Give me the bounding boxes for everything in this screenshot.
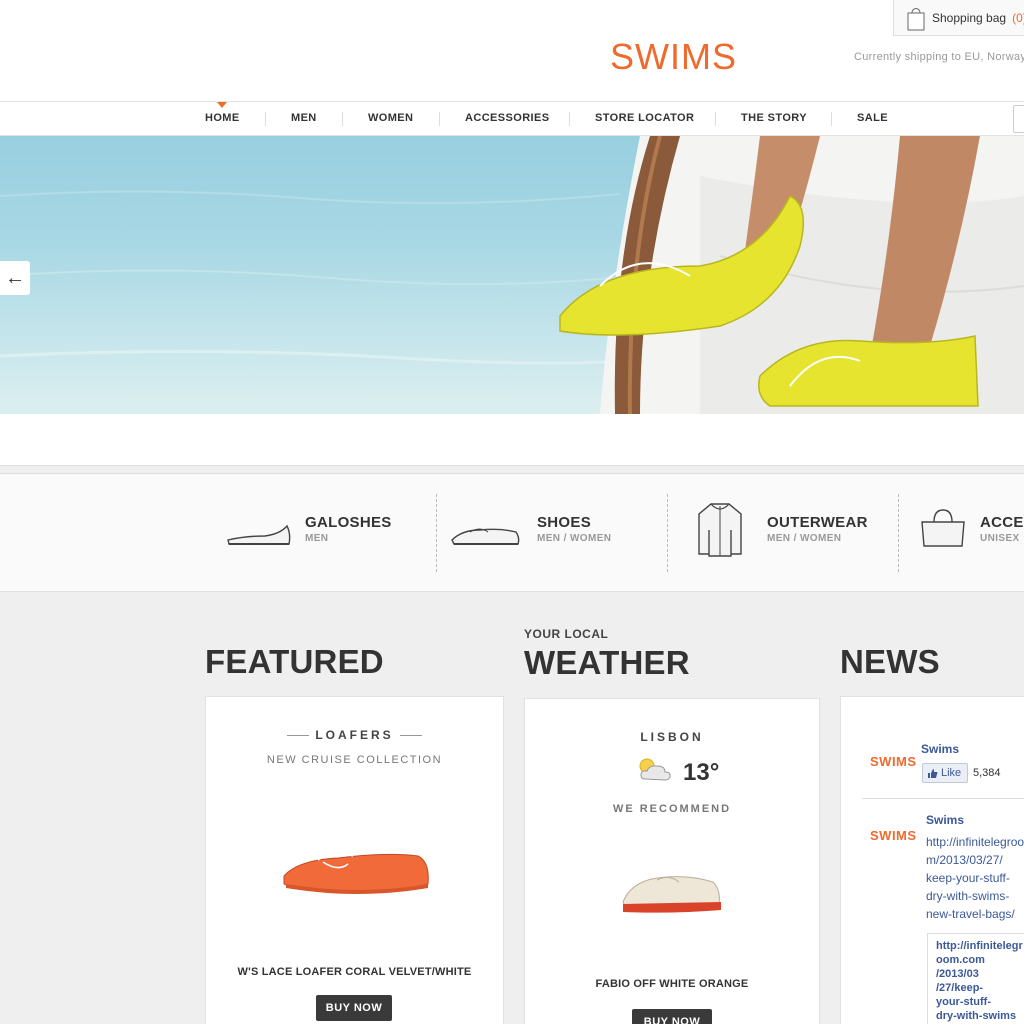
shipping-info[interactable]: Currently shipping to EU, Norway: [854, 51, 1024, 63]
search-input[interactable]: [1013, 105, 1024, 133]
nav-divider: [265, 112, 266, 126]
nav-women[interactable]: WOMEN: [368, 112, 413, 124]
category-divider: [436, 494, 437, 572]
weather-product-image[interactable]: [617, 864, 727, 924]
category-accessories[interactable]: ACCESSORIES UNISEX: [918, 494, 1024, 574]
galoshes-icon: [227, 524, 291, 545]
category-shoes[interactable]: SHOES MEN / WOMEN: [450, 494, 655, 574]
nav-divider: [342, 112, 343, 126]
fb-page-name[interactable]: Swims: [921, 742, 959, 756]
header: Shopping bag (0) SWIMS Currently shipping…: [0, 0, 1024, 101]
fb-like-count: 5,384: [973, 767, 1001, 779]
category-strip: GALOSHES MEN SHOES MEN / WOMEN OUTERWEAR…: [0, 473, 1024, 592]
nav-the-story[interactable]: THE STORY: [741, 112, 807, 124]
weather-buy-now-button[interactable]: BUY NOW: [632, 1009, 712, 1024]
category-title: SHOES: [537, 514, 592, 531]
hero-banner[interactable]: ←: [0, 136, 1024, 414]
category-outerwear[interactable]: OUTERWEAR MEN / WOMEN: [695, 494, 895, 574]
category-sub: MEN / WOMEN: [537, 533, 612, 544]
page: Shopping bag (0) SWIMS Currently shipping…: [0, 0, 1024, 1024]
shopping-bag-icon: [907, 7, 925, 30]
fb-divider: [862, 798, 1024, 799]
nav-divider: [439, 112, 440, 126]
fb-like-label: Like: [941, 767, 962, 779]
fb-preview-line: oom.com: [936, 954, 985, 966]
weather-title: WEATHER: [524, 644, 690, 681]
active-nav-indicator: [217, 102, 227, 108]
nav-sale[interactable]: SALE: [857, 112, 888, 124]
nav-divider: [569, 112, 570, 126]
fb-preview-line: /2013/03: [936, 968, 979, 980]
shopping-bag-label: Shopping bag: [932, 10, 1007, 25]
hero-prev-button[interactable]: ←: [0, 261, 30, 295]
bag-icon: [921, 509, 965, 547]
main-nav: HOME MEN WOMEN ACCESSORIES STORE LOCATOR…: [0, 101, 1024, 136]
hero-spacer: [0, 414, 1024, 466]
fb-post-link-line: new-travel-bags/: [926, 907, 1015, 921]
fb-post-logo[interactable]: SWIMS: [870, 828, 917, 843]
fb-like-button[interactable]: Like: [922, 763, 968, 783]
category-title: ACCESSORIES: [980, 514, 1024, 531]
weather-temp: 13°: [683, 759, 720, 786]
category-sub: UNISEX: [980, 533, 1020, 544]
fb-post-name[interactable]: Swims: [926, 813, 964, 827]
category-divider: [898, 494, 899, 572]
fb-page-logo[interactable]: SWIMS: [870, 754, 917, 769]
nav-divider: [715, 112, 716, 126]
shoes-icon: [451, 528, 520, 545]
category-title: GALOSHES: [305, 514, 392, 531]
featured-label: LOAFERS: [315, 728, 394, 742]
thumbs-up-icon: [928, 768, 938, 778]
weather-city: LISBON: [640, 730, 704, 744]
weather-kicker: YOUR LOCAL: [524, 627, 609, 641]
featured-label-row: LOAFERS: [206, 728, 503, 742]
decor-line: [287, 735, 310, 737]
nav-divider: [831, 112, 832, 126]
hero-image: [0, 136, 1024, 414]
logo[interactable]: SWIMS: [610, 36, 737, 78]
shopping-bag-count: (0): [1012, 10, 1024, 25]
nav-accessories[interactable]: ACCESSORIES: [465, 112, 549, 124]
fb-post-link-line: m/2013/03/27/: [926, 853, 1003, 867]
fb-post-link-line: keep-your-stuff-: [926, 871, 1010, 885]
category-title: OUTERWEAR: [767, 514, 868, 531]
featured-title: FEATURED: [205, 643, 384, 680]
fb-post-link[interactable]: http://infinitelegroo m/2013/03/27/ keep…: [926, 833, 1024, 923]
featured-product-image[interactable]: [278, 832, 438, 902]
fb-post-link-line: http://infinitelegroo: [926, 835, 1024, 849]
partly-cloudy-icon: [639, 758, 671, 781]
category-sub: MEN: [305, 533, 329, 544]
fb-post-link-line: dry-with-swims-: [926, 889, 1010, 903]
weather-product-name[interactable]: FABIO OFF WHITE ORANGE: [525, 978, 819, 990]
weather-card: LISBON 13° WE RECOMMEND FABIO OFF WHITE …: [524, 698, 820, 1024]
jacket-icon: [698, 503, 742, 557]
fb-preview-line: your-stuff-: [936, 996, 991, 1008]
fb-preview-line: dry-with-swims: [936, 1010, 1017, 1022]
shopping-bag-button[interactable]: Shopping bag (0): [893, 0, 1024, 36]
news-card: SWIMS Swims Like 5,384 SWIMS Swims http:…: [840, 696, 1024, 1024]
weather-recommend: WE RECOMMEND: [612, 803, 732, 815]
featured-card: LOAFERS NEW CRUISE COLLECTION W'S LACE L…: [205, 696, 504, 1024]
featured-buy-now-button[interactable]: BUY NOW: [316, 995, 392, 1021]
category-galoshes[interactable]: GALOSHES MEN: [225, 494, 425, 574]
nav-men[interactable]: MEN: [291, 112, 317, 124]
category-sub: MEN / WOMEN: [767, 533, 842, 544]
news-title: NEWS: [840, 643, 940, 680]
decor-line: [399, 735, 422, 737]
featured-sub: NEW CRUISE COLLECTION: [266, 754, 443, 766]
fb-preview-line: /27/keep-: [936, 982, 984, 994]
nav-store-locator[interactable]: STORE LOCATOR: [595, 112, 694, 124]
fb-link-preview[interactable]: http://infinitelegr oom.com /2013/03 /27…: [927, 933, 1024, 1024]
category-divider: [667, 494, 668, 572]
featured-product-name[interactable]: W'S LACE LOAFER CORAL VELVET/WHITE: [206, 966, 503, 978]
fb-preview-line: http://infinitelegr: [936, 940, 1023, 952]
nav-home[interactable]: HOME: [205, 112, 240, 124]
